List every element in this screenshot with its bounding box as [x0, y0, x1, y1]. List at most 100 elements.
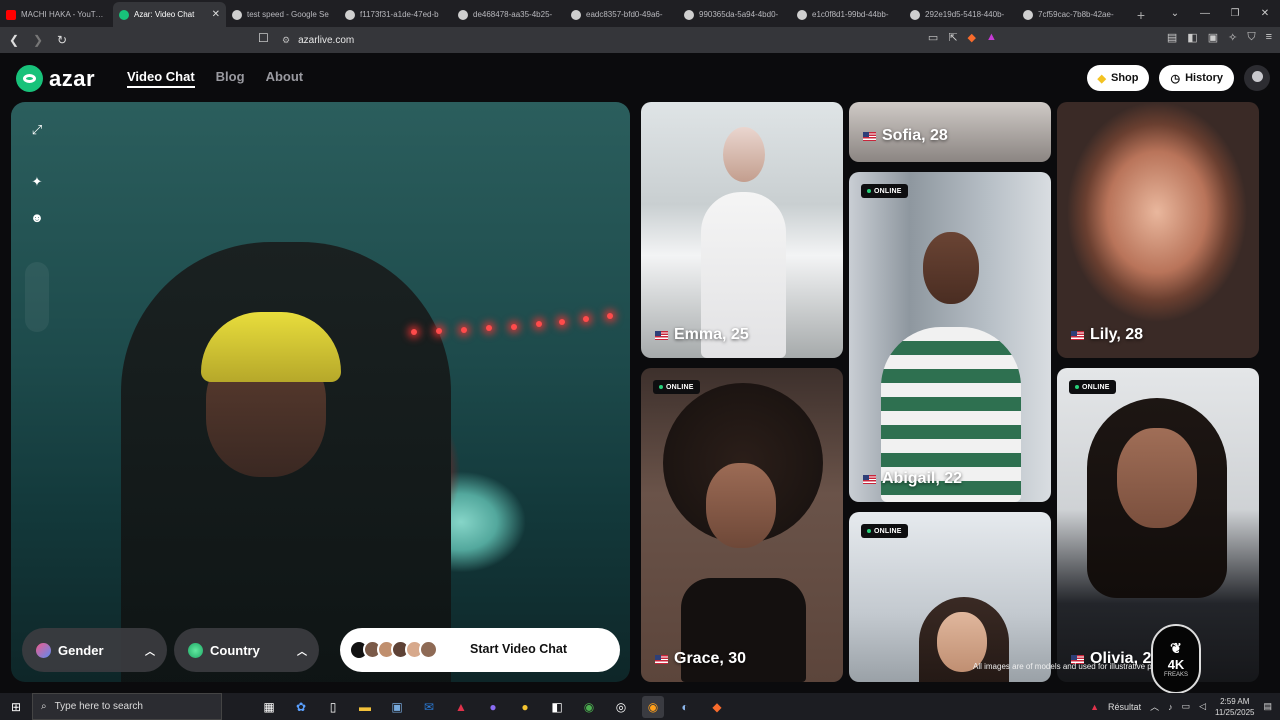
- adobe-icon[interactable]: ▲: [450, 696, 472, 718]
- chevron-down-icon[interactable]: ⌄: [1160, 0, 1190, 27]
- share-icon[interactable]: ⇱: [948, 31, 957, 44]
- expand-icon[interactable]: ⤢: [26, 119, 48, 141]
- outlook-icon[interactable]: ✉: [418, 696, 440, 718]
- close-icon[interactable]: ✕: [1250, 0, 1280, 27]
- vpn-icon[interactable]: ⛉: [1247, 31, 1255, 44]
- tab-page[interactable]: f1173f31-a1de-47ed-b: [339, 2, 452, 27]
- tab-title: eadc8357-bfd0-49a6-: [586, 10, 663, 19]
- azar-logo[interactable]: azar: [16, 65, 95, 92]
- tab-azar[interactable]: Azar: Video Chat ✕: [113, 2, 226, 27]
- forward-icon[interactable]: ❯: [28, 30, 48, 50]
- sidebar-icon[interactable]: ◧: [1187, 31, 1197, 44]
- user-avatar[interactable]: [1244, 65, 1270, 91]
- volume-icon[interactable]: ◁: [1199, 701, 1206, 712]
- profile-card-lily[interactable]: Lily, 28: [1057, 102, 1259, 358]
- chat-icon[interactable]: ●: [514, 696, 536, 718]
- notifications-icon[interactable]: ▤: [1263, 701, 1272, 712]
- file-icon[interactable]: ▯: [322, 696, 344, 718]
- local-video-preview: ⤢ ✦ ☻ Gender ︿ Country ︿ Start Video Cha…: [11, 102, 630, 682]
- app-icon[interactable]: ◎: [610, 696, 632, 718]
- minimize-icon[interactable]: —: [1190, 0, 1220, 27]
- taskbar-search[interactable]: ⌕ Type here to search: [32, 693, 222, 720]
- profile-card-abigail[interactable]: ONLINE Abigail, 22: [849, 172, 1051, 502]
- site-info-icon[interactable]: ⚙: [282, 35, 290, 46]
- tab-title: test speed - Google Se: [247, 10, 329, 19]
- shop-button[interactable]: ◆ Shop: [1086, 65, 1150, 91]
- sparkle-icon[interactable]: ✦: [26, 171, 48, 193]
- profile-card-grace[interactable]: ONLINE Grace, 30: [641, 368, 843, 682]
- discord-icon[interactable]: ●: [482, 696, 504, 718]
- tab-page[interactable]: eadc8357-bfd0-49a6-: [565, 2, 678, 27]
- start-video-chat-button[interactable]: Start Video Chat: [340, 628, 620, 672]
- face-filter-icon[interactable]: ☻: [26, 206, 48, 228]
- globe-icon: [684, 9, 694, 20]
- file-explorer-icon[interactable]: ▬: [354, 696, 376, 718]
- bookmark-icon[interactable]: ☐: [258, 31, 269, 45]
- clock-icon: ◷: [1170, 72, 1181, 85]
- azar-favicon-icon: [119, 9, 129, 20]
- task-view-icon[interactable]: ▦: [258, 696, 280, 718]
- us-flag-icon: [1071, 330, 1084, 340]
- url-field[interactable]: ⚙ azarlive.com: [282, 30, 354, 50]
- chrome-icon[interactable]: ◉: [578, 696, 600, 718]
- tab-google[interactable]: test speed - Google Se: [226, 2, 339, 27]
- profile-name: Sofia, 28: [863, 127, 948, 145]
- steam-icon[interactable]: ◐: [674, 696, 696, 718]
- cast-icon[interactable]: ▭: [928, 31, 938, 44]
- windows-start-icon[interactable]: ⊞: [0, 693, 32, 720]
- restore-icon[interactable]: ❐: [1220, 0, 1250, 27]
- back-icon[interactable]: ❮: [4, 30, 24, 50]
- globe-icon: [458, 9, 468, 20]
- reload-icon[interactable]: ↻: [52, 30, 72, 50]
- profile-card-emma[interactable]: Emma, 25: [641, 102, 843, 358]
- profile-photo: [1117, 428, 1197, 528]
- country-filter[interactable]: Country ︿: [174, 628, 319, 672]
- tab-page[interactable]: 7cf59cac-7b8b-42ae-: [1017, 2, 1130, 27]
- chrome-active-icon[interactable]: ◉: [642, 695, 664, 718]
- us-flag-icon: [655, 330, 668, 340]
- profile-name: Lily, 28: [1071, 326, 1143, 344]
- rewards-icon[interactable]: ▲: [986, 31, 997, 44]
- network-icon[interactable]: ▭: [1182, 701, 1191, 712]
- app-icon[interactable]: ◧: [546, 696, 568, 718]
- nav-about[interactable]: About: [266, 69, 304, 88]
- tray-app-icon[interactable]: ▲: [1090, 702, 1099, 712]
- nav-video-chat[interactable]: Video Chat: [127, 69, 195, 88]
- brave-shield-icon[interactable]: ◆: [968, 31, 976, 44]
- globe-icon: [910, 9, 920, 20]
- history-button[interactable]: ◷ History: [1159, 65, 1234, 91]
- clock[interactable]: 2:59 AM 11/25/2025: [1215, 696, 1254, 718]
- tab-youtube[interactable]: MACHI HAKA - YouTube: [0, 2, 113, 27]
- search-icon: ⌕: [41, 701, 47, 712]
- chevron-up-icon[interactable]: ︿: [1150, 700, 1159, 713]
- profile-card-unnamed[interactable]: ONLINE: [849, 512, 1051, 682]
- tab-page[interactable]: e1c0f8d1-99bd-44bb-: [791, 2, 904, 27]
- gender-filter[interactable]: Gender ︿: [22, 628, 167, 672]
- nav-blog[interactable]: Blog: [216, 69, 245, 88]
- tab-title: MACHI HAKA - YouTube: [21, 10, 107, 19]
- profile-name: Grace, 30: [655, 650, 746, 668]
- microphone-icon[interactable]: ♪: [1168, 702, 1173, 712]
- tab-page[interactable]: de468478-aa35-4b25-: [452, 2, 565, 27]
- country-label: Country: [210, 642, 260, 658]
- tab-page[interactable]: 990365da-5a94-4bd0-: [678, 2, 791, 27]
- system-tray: ▲ Résultat ︿ ♪ ▭ ◁ 2:59 AM 11/25/2025 ▤: [1090, 693, 1272, 720]
- brave-icon[interactable]: ◆: [706, 696, 728, 718]
- leo-icon[interactable]: ✧: [1228, 31, 1237, 44]
- reader-icon[interactable]: ▤: [1167, 31, 1177, 44]
- new-tab-button[interactable]: +: [1130, 2, 1152, 27]
- wallet-icon[interactable]: ▣: [1208, 31, 1218, 44]
- globe-icon: [1023, 9, 1033, 20]
- chevron-up-icon: ︿: [145, 646, 155, 658]
- channel-watermark: ❦ 4K FREAKS: [1151, 624, 1201, 694]
- close-tab-icon[interactable]: ✕: [212, 9, 220, 20]
- store-icon[interactable]: ▣: [386, 696, 408, 718]
- online-badge: ONLINE: [653, 380, 700, 394]
- menu-icon[interactable]: ≡: [1266, 31, 1272, 44]
- copilot-icon[interactable]: ✿: [290, 696, 312, 718]
- tab-title: e1c0f8d1-99bd-44bb-: [812, 10, 889, 19]
- tab-page[interactable]: 292e19d5-5418-440b-: [904, 2, 1017, 27]
- profile-photo: [723, 127, 765, 182]
- logo-text: azar: [49, 65, 96, 91]
- profile-card-sofia[interactable]: Sofia, 28: [849, 102, 1051, 162]
